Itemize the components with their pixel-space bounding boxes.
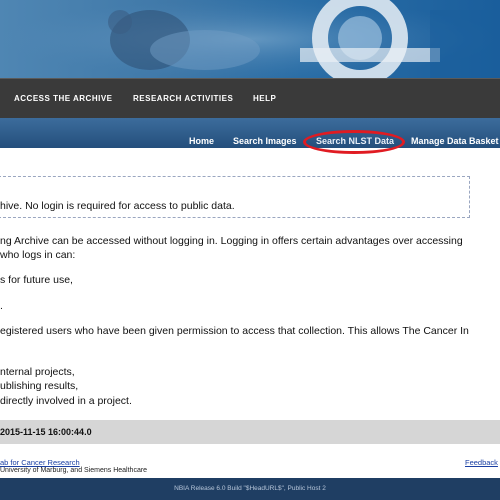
nav-access-archive[interactable]: ACCESS THE ARCHIVE — [14, 79, 113, 119]
body-line-3: s for future use, — [0, 274, 73, 286]
subnav-manage-data-basket[interactable]: Manage Data Basket — [411, 126, 499, 156]
footer-partners-text: University of Marburg, and Siemens Healt… — [0, 467, 148, 474]
body-line-2: who logs in can: — [0, 249, 76, 261]
body-line-7: ublishing results, — [0, 380, 79, 392]
footer-lab-link[interactable]: ab for Cancer Research — [0, 458, 80, 467]
release-info-bar: NBIA Release 6.0 Build "$HeadURL$", Publ… — [0, 478, 500, 500]
last-updated-timestamp: 2015-11-15 16:00:44.0 — [0, 427, 92, 437]
medical-scanner-illustration — [0, 0, 500, 78]
body-line-4: . — [0, 300, 3, 312]
body-line-5: egistered users who have been given perm… — [0, 325, 469, 337]
body-line-1: ng Archive can be accessed without loggi… — [0, 235, 463, 247]
footer-feedback-link[interactable]: Feedback — [465, 458, 498, 467]
nav-research-activities[interactable]: RESEARCH ACTIVITIES — [133, 79, 233, 119]
sub-navigation: Home Search Images Search NLST Data Mana… — [0, 118, 500, 148]
highlight-annotation-oval — [303, 130, 405, 154]
release-info-text: NBIA Release 6.0 Build "$HeadURL$", Publ… — [174, 485, 326, 492]
nav-help[interactable]: HELP — [253, 79, 276, 119]
subnav-search-images[interactable]: Search Images — [233, 126, 297, 156]
body-line-8: directly involved in a project. — [0, 395, 132, 407]
subnav-home[interactable]: Home — [189, 126, 214, 156]
header-banner-image — [0, 0, 500, 78]
last-updated-bar: 2015-11-15 16:00:44.0 — [0, 420, 500, 444]
main-navigation: ACCESS THE ARCHIVE RESEARCH ACTIVITIES H… — [0, 78, 500, 119]
notice-text: hive. No login is required for access to… — [0, 200, 235, 212]
body-line-6: nternal projects, — [0, 366, 75, 378]
